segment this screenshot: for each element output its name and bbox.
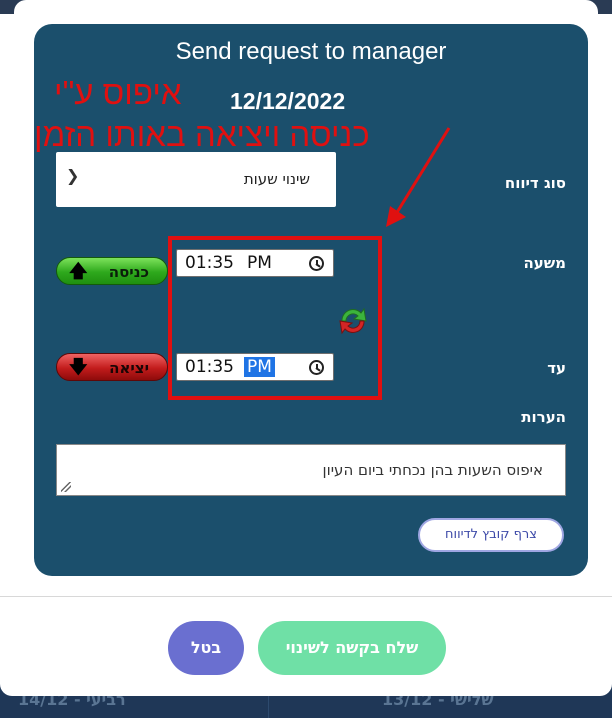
to-time-label: עד: [547, 359, 566, 377]
from-time-label: משעה: [523, 254, 566, 272]
resize-handle-icon[interactable]: [61, 482, 71, 492]
notes-textarea[interactable]: איפוס השעות בהן נכחתי ביום העיון: [56, 444, 566, 496]
report-type-value: שינוי שעות: [243, 170, 310, 188]
background-header: [0, 0, 612, 14]
annotation-reset-by: איפוס ע"י: [54, 74, 182, 111]
request-date: 12/12/2022: [230, 88, 346, 114]
send-request-button[interactable]: שלח בקשה לשינוי: [258, 621, 446, 675]
enter-button[interactable]: כניסה 🡅: [56, 257, 168, 285]
attach-file-button[interactable]: צרף קובץ לדיווח: [418, 518, 564, 552]
notes-label: הערות: [521, 408, 566, 426]
dialog-title: Send request to manager: [175, 38, 447, 65]
report-type-label: סוג דיווח: [504, 174, 566, 192]
annotation-highlight-box: [168, 236, 382, 400]
cancel-button[interactable]: בטל: [168, 621, 244, 675]
arrow-down-icon: 🡇: [69, 357, 88, 378]
dialog-panel: Send request to manager איפוס ע"י 12/12/…: [34, 24, 588, 576]
chevron-down-icon: ❯: [66, 166, 80, 185]
dialog-top-edge: [14, 0, 598, 14]
enter-button-label: כניסה: [108, 263, 149, 281]
notes-value: איפוס השעות בהן נכחתי ביום העיון: [322, 461, 543, 479]
dialog-bottom-edge: [0, 678, 612, 696]
report-type-select[interactable]: ❯ שינוי שעות: [56, 152, 336, 207]
exit-button[interactable]: יציאה 🡇: [56, 353, 168, 381]
exit-button-label: יציאה: [109, 359, 149, 377]
annotation-same-time: כניסה ויציאה באותו הזמן: [34, 116, 370, 153]
arrow-up-icon: 🡅: [69, 261, 88, 282]
footer-divider: [0, 596, 612, 597]
